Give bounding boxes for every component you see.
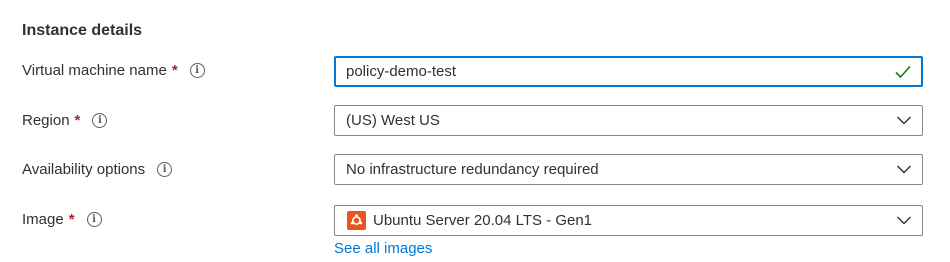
region-row: Region * i (US) West US	[0, 105, 950, 137]
info-icon[interactable]: i	[157, 162, 173, 177]
see-all-images-link[interactable]: See all images	[334, 240, 432, 257]
availability-label: Availability options	[22, 161, 146, 178]
availability-row: Availability options i No infrastructure…	[0, 154, 950, 186]
availability-dropdown[interactable]: No infrastructure redundancy required	[334, 154, 923, 185]
vm-name-field[interactable]	[334, 56, 923, 87]
image-row: Image * i Ubuntu Server 20.04 LTS - Gen1	[0, 204, 950, 236]
image-label: Image	[22, 211, 64, 228]
chevron-down-icon	[897, 216, 911, 225]
ubuntu-icon	[347, 211, 366, 230]
chevron-down-icon	[897, 116, 911, 125]
image-dropdown[interactable]: Ubuntu Server 20.04 LTS - Gen1	[334, 205, 923, 236]
availability-label-group: Availability options i	[22, 161, 173, 178]
required-marker: *	[171, 62, 178, 79]
info-icon[interactable]: i	[189, 63, 205, 78]
region-selected-value: (US) West US	[346, 112, 440, 129]
image-label-group: Image * i	[22, 211, 102, 228]
checkmark-icon	[895, 65, 911, 79]
info-icon[interactable]: i	[92, 113, 108, 128]
image-selected-value: Ubuntu Server 20.04 LTS - Gen1	[373, 212, 593, 229]
section-title: Instance details	[22, 22, 143, 39]
chevron-down-icon	[897, 165, 911, 174]
region-dropdown[interactable]: (US) West US	[334, 105, 923, 136]
region-label-group: Region * i	[22, 112, 108, 129]
vm-name-input[interactable]	[336, 58, 886, 85]
required-marker: *	[68, 211, 75, 228]
region-label: Region	[22, 112, 70, 129]
availability-selected-value: No infrastructure redundancy required	[346, 161, 599, 178]
vm-name-label-group: Virtual machine name * i	[22, 62, 205, 79]
info-icon[interactable]: i	[86, 212, 102, 227]
required-marker: *	[74, 112, 81, 129]
vm-name-label: Virtual machine name	[22, 62, 167, 79]
vm-name-row: Virtual machine name * i	[0, 55, 950, 87]
